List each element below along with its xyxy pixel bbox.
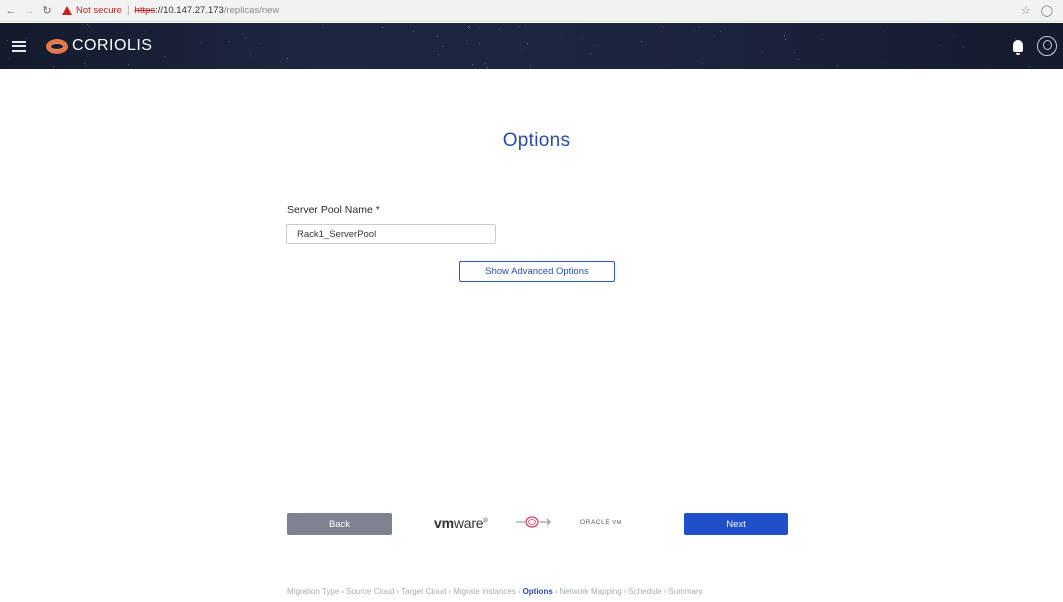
back-button[interactable]: Back <box>287 513 392 535</box>
oracle-logo-text: ORACLE <box>580 519 611 526</box>
logo-ring-icon <box>46 38 68 54</box>
page-title: Options <box>502 130 571 151</box>
user-profile-icon[interactable] <box>1037 36 1057 56</box>
menu-icon[interactable] <box>12 40 26 52</box>
step-separator-icon: › <box>663 587 667 596</box>
wizard-step-schedule: Schedule <box>628 587 662 596</box>
wizard-step-target-cloud: Target Cloud <box>401 587 447 596</box>
url-separator: | <box>126 5 130 16</box>
header-starfield <box>0 23 1063 69</box>
logo-text: CORIOLIS <box>72 37 153 54</box>
migration-arrow-icon <box>516 516 551 528</box>
oracle-logo-suffix: VM <box>612 520 622 526</box>
back-arrow-icon[interactable]: ← <box>4 5 18 17</box>
coriolis-logo[interactable]: CORIOLIS <box>46 37 152 55</box>
url-path: /replicas/new <box>223 5 280 16</box>
step-separator-icon: › <box>554 587 558 596</box>
wizard-step-network-mapping: Network Mapping <box>559 587 622 596</box>
security-indicator[interactable]: Not secure <box>62 5 122 16</box>
vmware-logo: vmware® <box>434 515 488 531</box>
star-icon[interactable]: ☆ <box>1021 4 1031 17</box>
extension-icon[interactable]: ◯ <box>1041 4 1053 17</box>
wizard-step-options: Options <box>522 587 553 596</box>
vmware-logo-rest: ware <box>453 515 484 531</box>
security-warning-text: Not secure <box>76 5 122 16</box>
url-scheme: https <box>134 5 156 16</box>
warning-icon <box>62 6 72 15</box>
wizard-step-source-cloud: Source Cloud <box>346 587 395 596</box>
address-bar[interactable]: https://10.147.27.173/replicas/new <box>135 5 280 16</box>
step-separator-icon: › <box>448 587 452 596</box>
forward-arrow-icon[interactable]: → <box>22 5 36 17</box>
step-separator-icon: › <box>341 587 344 596</box>
wizard-step-migration-type: Migration Type <box>287 587 340 596</box>
url-host: ://10.147.27.173 <box>155 5 224 16</box>
browser-toolbar: ← → ↻ Not secure | https://10.147.27.173… <box>0 0 1063 22</box>
notification-bell-icon[interactable] <box>1013 40 1023 55</box>
server-pool-input[interactable] <box>286 224 496 244</box>
next-button[interactable]: Next <box>684 513 788 535</box>
server-pool-label: Server Pool Name * <box>287 204 380 216</box>
wizard-steps: Migration Type › Source Cloud › Target Cloud… <box>287 587 703 596</box>
wizard-step-migrate-instances: Migrate instances <box>453 587 516 596</box>
oracle-vm-logo: ORACLE VM <box>580 519 622 526</box>
reload-icon[interactable]: ↻ <box>40 4 54 17</box>
vmware-logo-bold: vm <box>434 515 454 531</box>
step-separator-icon: › <box>396 587 400 596</box>
step-separator-icon: › <box>623 587 627 596</box>
wizard-step-summary: Summary <box>668 587 703 596</box>
app-header: CORIOLIS <box>0 23 1063 69</box>
step-separator-icon: › <box>517 587 521 596</box>
show-advanced-options-button[interactable]: Show Advanced Options <box>459 261 615 282</box>
